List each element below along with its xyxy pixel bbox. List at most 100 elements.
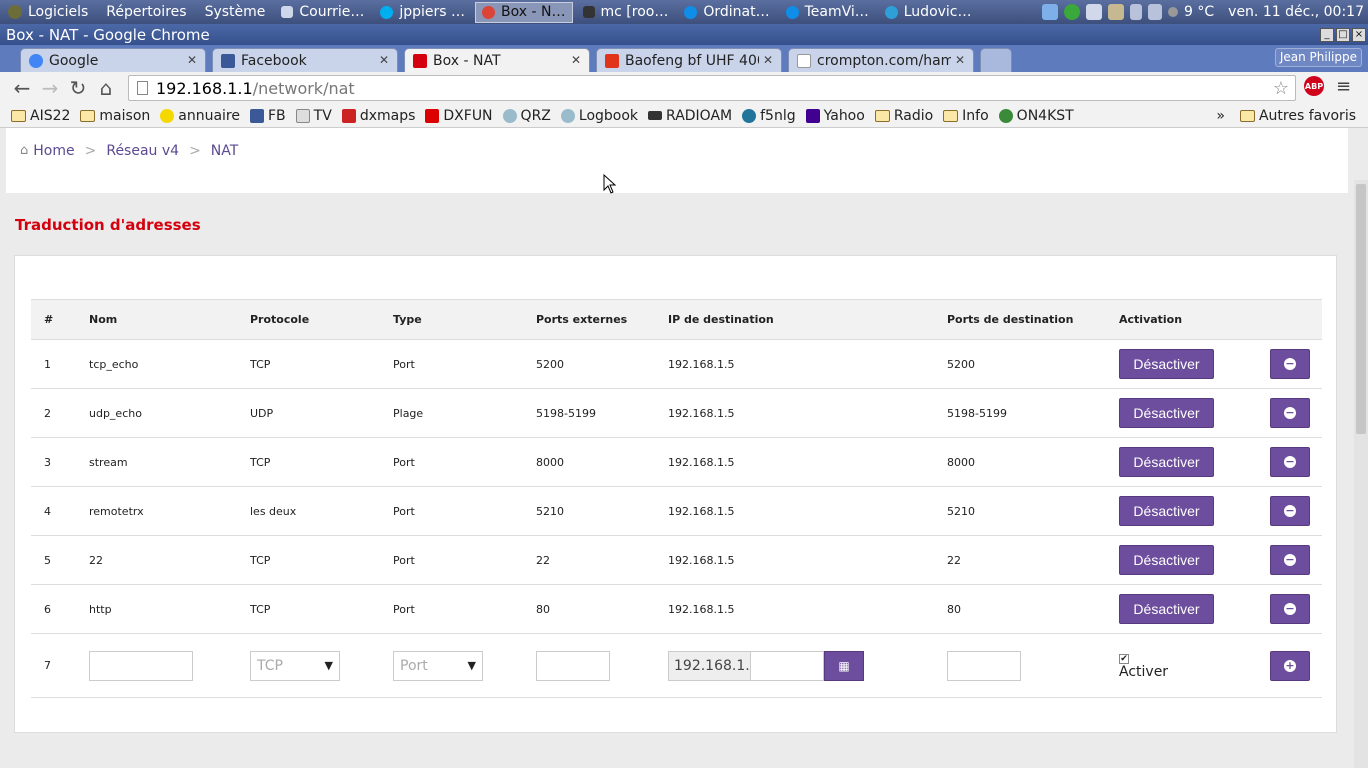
network-icon[interactable] [1042, 4, 1059, 20]
rule-dest-ip: 192.168.1.5 [655, 339, 934, 389]
name-input[interactable] [89, 650, 193, 681]
task-ludovic[interactable]: Ludovic… [879, 2, 978, 23]
teamviewer-icon [684, 5, 698, 19]
bookmarks-overflow-button[interactable]: » [1206, 108, 1235, 124]
task-ordinateur[interactable]: Ordinat… [678, 2, 775, 23]
signal-icon[interactable] [1148, 4, 1163, 20]
deactivate-button[interactable]: Désactiver [1119, 594, 1214, 624]
task-courrier[interactable]: Courrie… [275, 2, 370, 23]
tab-close-icon[interactable]: ✕ [566, 53, 581, 67]
bookmark-annuaire[interactable]: annuaire [155, 108, 245, 124]
dest-ip-input[interactable] [751, 650, 824, 681]
bookmark-radio[interactable]: Radio [870, 108, 938, 124]
bookmark-label: TV [313, 107, 332, 124]
profile-button[interactable]: Jean Philippe [1274, 48, 1362, 67]
delete-rule-button[interactable]: − [1270, 594, 1310, 624]
deactivate-button[interactable]: Désactiver [1119, 398, 1214, 428]
rule-dest-ports: 5198-5199 [934, 388, 1106, 438]
deactivate-button[interactable]: Désactiver [1119, 349, 1214, 379]
bookmark-star-icon[interactable]: ☆ [1273, 78, 1289, 99]
delete-rule-button[interactable]: − [1270, 349, 1310, 379]
back-icon[interactable]: ← [8, 74, 36, 102]
tab-close-icon[interactable]: ✕ [758, 53, 773, 67]
close-icon[interactable]: × [1352, 27, 1366, 42]
delete-rule-button[interactable]: − [1270, 447, 1310, 477]
menu-logiciels[interactable]: Logiciels [28, 4, 88, 20]
monitor-icon[interactable] [1108, 4, 1125, 20]
breadcrumb-current[interactable]: NAT [211, 143, 239, 159]
minimize-icon[interactable]: _ [1320, 27, 1334, 42]
forward-icon[interactable]: → [36, 74, 64, 102]
new-tab-button[interactable] [980, 48, 1012, 72]
task-terminal[interactable]: mc [roo… [577, 2, 675, 23]
bookmark-ais22[interactable]: AIS22 [6, 108, 75, 124]
protocol-select[interactable]: TCP ▼ [250, 650, 340, 681]
minus-icon: − [1284, 602, 1296, 615]
task-teamviewer[interactable]: TeamVi… [780, 2, 875, 23]
dest-ports-input[interactable] [947, 650, 1021, 681]
deactivate-button[interactable]: Désactiver [1119, 447, 1214, 477]
external-ports-input[interactable] [536, 650, 610, 681]
tab-google[interactable]: Google ✕ [20, 48, 206, 72]
bookmark-qrz[interactable]: QRZ [498, 108, 556, 124]
bookmark-logbook[interactable]: Logbook [556, 108, 643, 124]
bookmark-yahoo[interactable]: Yahoo [801, 108, 870, 124]
smiley-icon [160, 108, 175, 123]
task-chrome[interactable]: Box - N… [475, 1, 573, 23]
bookmark-info[interactable]: Info [938, 108, 994, 124]
section-title: Traduction d'adresses [15, 216, 201, 234]
deactivate-button[interactable]: Désactiver [1119, 496, 1214, 526]
task-skype[interactable]: jppiers … [374, 2, 471, 23]
bookmark-label: DXFUN [443, 107, 493, 124]
dropdown-caret-icon: ▼ [324, 659, 333, 672]
delete-cell: − [1257, 535, 1322, 585]
delete-rule-button[interactable]: − [1270, 398, 1310, 428]
reload-icon[interactable]: ↻ [64, 74, 92, 102]
maximize-icon[interactable]: □ [1336, 27, 1350, 42]
bookmark-dxfun[interactable]: DXFUN [420, 108, 497, 124]
bookmark-label: Radio [893, 107, 934, 124]
bookmark-on4kst[interactable]: ON4KST [994, 108, 1079, 124]
bookmark-label: annuaire [178, 107, 240, 124]
chrome-menu-icon[interactable]: ≡ [1336, 76, 1351, 97]
clock[interactable]: ven. 11 déc., 00:17 [1228, 4, 1364, 20]
scrollbar[interactable] [1354, 180, 1368, 768]
add-rule-button[interactable]: + [1270, 650, 1310, 681]
bookmark-other[interactable]: Autres favoris [1235, 108, 1368, 124]
adblock-icon[interactable]: ABP [1304, 76, 1324, 96]
deactivate-button[interactable]: Désactiver [1119, 545, 1214, 575]
dropbox-icon[interactable] [1086, 4, 1103, 20]
tab-close-icon[interactable]: ✕ [950, 53, 965, 67]
tab-facebook[interactable]: Facebook ✕ [212, 48, 398, 72]
delete-rule-button[interactable]: − [1270, 545, 1310, 575]
tab-baofeng[interactable]: Baofeng bf UHF 400 ✕ [596, 48, 782, 72]
home-icon[interactable]: ⌂ [92, 74, 120, 102]
volume-icon[interactable] [1130, 4, 1143, 20]
breadcrumb-reseau-v4[interactable]: Réseau v4 [106, 143, 179, 159]
window-titlebar[interactable]: Box - NAT - Google Chrome _ □ × [0, 24, 1368, 45]
breadcrumb-separator: > [189, 142, 201, 159]
activation-cell: Désactiver [1106, 584, 1257, 634]
delete-rule-button[interactable]: − [1270, 496, 1310, 526]
activate-checkbox[interactable]: ✔ [1119, 654, 1129, 664]
check-icon[interactable] [1064, 4, 1081, 20]
tab-close-icon[interactable]: ✕ [182, 53, 197, 67]
menu-systeme[interactable]: Système [205, 4, 266, 20]
breadcrumb-home[interactable]: Home [33, 143, 74, 159]
tab-box-nat[interactable]: Box - NAT ✕ [404, 48, 590, 72]
tab-close-icon[interactable]: ✕ [374, 53, 389, 67]
address-bar[interactable]: 192.168.1.1/network/nat ☆ [128, 75, 1296, 101]
tab-label: Facebook [241, 52, 307, 69]
type-select[interactable]: Port ▼ [393, 650, 483, 681]
scrollbar-thumb[interactable] [1356, 184, 1366, 434]
menu-repertoires[interactable]: Répertoires [106, 4, 186, 20]
bookmark-f5nlg[interactable]: f5nlg [737, 108, 801, 124]
bookmark-dxmaps[interactable]: dxmaps [337, 108, 421, 124]
ip-picker-button[interactable]: ▦ [824, 650, 864, 681]
bookmark-radioam[interactable]: RADIOAM [643, 108, 737, 124]
bookmark-maison[interactable]: maison [75, 108, 155, 124]
bookmark-fb[interactable]: FB [245, 108, 291, 124]
tab-crompton[interactable]: crompton.com/ham ✕ [788, 48, 974, 72]
panel-menu: Logiciels Répertoires Système [0, 0, 273, 24]
bookmark-tv[interactable]: TV [291, 108, 337, 124]
